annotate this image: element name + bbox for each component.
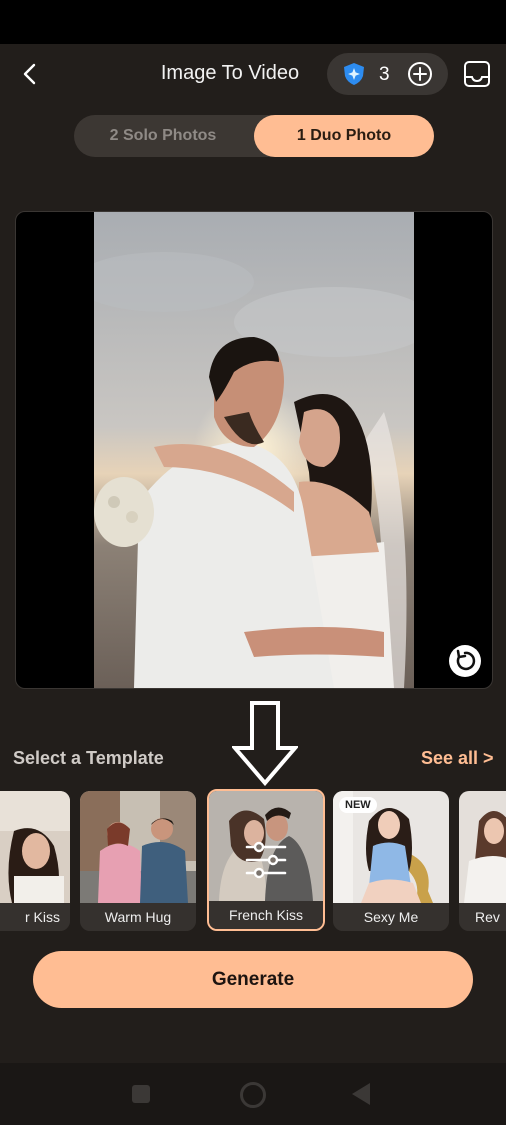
rotate-button[interactable] [449, 645, 481, 677]
system-nav-bar [0, 1063, 506, 1125]
template-label: French Kiss [209, 901, 323, 929]
status-bar [0, 0, 506, 44]
template-card-selected[interactable]: French Kiss [207, 789, 325, 931]
tab-duo-photo[interactable]: 1 Duo Photo [254, 115, 434, 157]
credits-pill[interactable]: 3 [327, 53, 448, 95]
template-label: Warm Hug [80, 903, 196, 931]
back-triangle-icon[interactable] [352, 1083, 370, 1105]
template-label: Sexy Me [333, 903, 449, 931]
home-icon[interactable] [240, 1082, 266, 1108]
recent-apps-icon[interactable] [132, 1085, 150, 1103]
template-thumbnail [0, 791, 70, 903]
see-all-link[interactable]: See all > [421, 748, 494, 769]
template-label: Rev [459, 903, 506, 931]
credit-count: 3 [379, 64, 390, 85]
generate-button[interactable]: Generate [33, 951, 473, 1008]
template-card[interactable]: Warm Hug [80, 791, 196, 931]
template-label: r Kiss [0, 903, 70, 931]
template-carousel: r Kiss Warm Hug French Kiss NEW Sexy Me … [0, 789, 506, 933]
inbox-icon [464, 61, 490, 87]
adjust-sliders-icon[interactable] [245, 841, 287, 879]
template-card[interactable]: NEW Sexy Me [333, 791, 449, 931]
page-title: Image To Video [160, 62, 300, 84]
couple-photo [94, 212, 414, 688]
back-button[interactable] [16, 60, 44, 88]
down-arrow-icon [232, 701, 298, 786]
rotate-icon [456, 649, 476, 671]
new-badge: NEW [339, 797, 377, 813]
mode-tabs: 2 Solo Photos 1 Duo Photo [74, 115, 434, 157]
section-heading: Select a Template [13, 748, 164, 768]
template-thumbnail [459, 791, 506, 903]
chevron-left-icon [23, 63, 36, 85]
photo-preview [15, 211, 493, 689]
header: Image To Video 3 [0, 44, 506, 104]
template-card[interactable]: Rev [459, 791, 506, 931]
add-credits-icon[interactable] [407, 61, 433, 87]
template-card[interactable]: r Kiss [0, 791, 70, 931]
template-thumbnail [80, 791, 196, 903]
inbox-button[interactable] [462, 59, 492, 89]
credit-shield-icon [344, 63, 364, 85]
tab-solo-photos[interactable]: 2 Solo Photos [74, 115, 252, 157]
